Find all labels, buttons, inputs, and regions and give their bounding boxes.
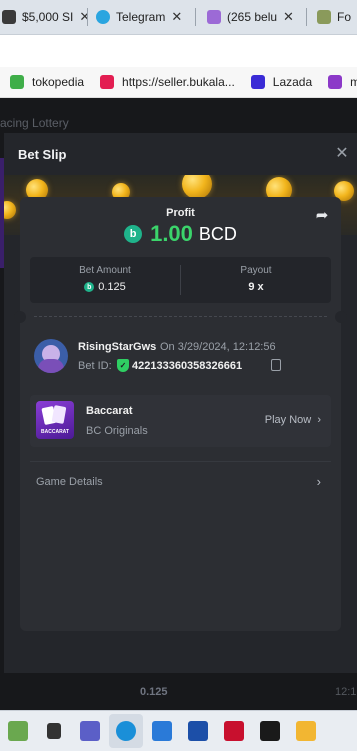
verified-shield-icon: ✓ xyxy=(117,359,129,372)
profit-currency: BCD xyxy=(198,223,237,244)
taskbar-explorer[interactable] xyxy=(1,714,35,748)
bet-id-value: 422133360358326661 xyxy=(132,360,243,372)
ticket-notch xyxy=(14,311,26,323)
taskbar-mcafee[interactable] xyxy=(217,714,251,748)
bookmark-bukalapak[interactable]: https://seller.bukala... xyxy=(100,75,235,89)
tab-label: Telegram xyxy=(116,10,166,24)
mcafee-icon xyxy=(224,721,244,741)
chevron-right-icon: › xyxy=(314,414,321,426)
taskbar-folder[interactable] xyxy=(289,714,323,748)
payout-value: 9 x xyxy=(248,281,264,293)
username[interactable]: RisingStarGws xyxy=(78,341,156,353)
desktop-icon xyxy=(47,723,61,739)
taskbar-edge[interactable] xyxy=(109,714,143,748)
bet-card: Profit b 1.00 BCD ➦ Bet Amount b 0.125 P… xyxy=(14,197,347,631)
bet-slip-modal: Bet Slip ✕ Profit b 1.00 BCD ➦ Bet Amoun… xyxy=(4,133,357,673)
address-bar[interactable] xyxy=(0,35,357,67)
l-app-icon xyxy=(188,721,208,741)
bet-date: On 3/29/2024, 12:12:56 xyxy=(160,341,276,353)
taskbar-teams[interactable] xyxy=(73,714,107,748)
bookmarks-bar: tokopedia https://seller.bukala... Lazad… xyxy=(0,67,357,98)
background-bet-amount: 0.125 xyxy=(140,686,168,698)
profit-label: Profit xyxy=(166,207,195,219)
ticket-notch xyxy=(335,311,347,323)
taskbar xyxy=(0,710,357,751)
browser-tab[interactable]: $5,000 SI ✕ xyxy=(2,0,88,34)
close-icon[interactable]: ✕ xyxy=(171,9,182,25)
telegram-icon xyxy=(96,10,110,24)
dropbox-icon xyxy=(260,721,280,741)
share-icon[interactable]: ➦ xyxy=(313,207,331,225)
dollar-favicon-icon xyxy=(2,10,16,24)
payout-stat: Payout 9 x xyxy=(181,257,331,303)
bet-stats: Bet Amount b 0.125 Payout 9 x xyxy=(30,257,331,303)
bukalapak-icon xyxy=(100,75,115,89)
background-nav: acing Lottery xyxy=(0,116,69,130)
game-row[interactable]: BACCARAT Baccarat BC Originals Play Now … xyxy=(30,395,331,447)
taskbar-desktop[interactable] xyxy=(37,714,71,748)
bet-amount-value: b 0.125 xyxy=(30,281,180,293)
edge-icon xyxy=(116,721,136,741)
bcd-coin-icon: b xyxy=(84,282,95,292)
close-icon[interactable]: ✕ xyxy=(283,9,294,25)
bet-user-info: RisingStarGws On 3/29/2024, 12:12:56 Bet… xyxy=(34,339,334,379)
background-time: 12:1 xyxy=(335,686,357,698)
modal-title: Bet Slip xyxy=(18,147,67,162)
taskbar-l-app[interactable] xyxy=(181,714,215,748)
chevron-right-icon: › xyxy=(316,474,321,489)
modal-header: Bet Slip ✕ xyxy=(4,133,357,175)
bookmark-mail[interactable]: m xyxy=(328,75,357,89)
tab-favicon-icon xyxy=(317,10,331,24)
tokopedia-icon xyxy=(10,75,24,89)
browser-tab[interactable]: Telegram ✕ xyxy=(96,0,196,34)
game-provider: BC Originals xyxy=(86,425,148,437)
browser-tab[interactable]: (265 belu ✕ xyxy=(207,0,307,34)
baccarat-thumbnail: BACCARAT xyxy=(36,401,74,439)
tab-label: $5,000 SI xyxy=(22,10,74,24)
game-details-row[interactable]: Game Details › xyxy=(30,461,331,502)
store-icon xyxy=(152,721,172,741)
mail-bookmark-icon xyxy=(328,75,343,89)
browser-tab-bar: $5,000 SI ✕ Telegram ✕ (265 belu ✕ Fo xyxy=(0,0,357,35)
bet-id-label: Bet ID: xyxy=(78,360,112,372)
bookmark-lazada[interactable]: Lazada xyxy=(250,75,312,89)
explorer-icon xyxy=(8,721,28,741)
tab-label: (265 belu xyxy=(227,10,278,24)
profit-value: 1.00 xyxy=(150,221,193,246)
taskbar-store[interactable] xyxy=(145,714,179,748)
folder-icon xyxy=(296,721,316,741)
bookmark-tokopedia[interactable]: tokopedia xyxy=(10,75,84,89)
teams-icon xyxy=(80,721,100,741)
taskbar-dropbox[interactable] xyxy=(253,714,287,748)
bcd-coin-icon: b xyxy=(124,225,143,243)
payout-label: Payout xyxy=(240,265,272,276)
avatar[interactable] xyxy=(34,339,68,373)
play-now-button[interactable]: Play Now › xyxy=(265,414,321,426)
game-name: Baccarat xyxy=(86,405,133,417)
bet-amount-label: Bet Amount xyxy=(79,265,131,276)
game-details-label: Game Details xyxy=(36,476,103,488)
tab-label: Fo xyxy=(337,10,352,24)
lazada-icon xyxy=(250,75,265,89)
close-icon[interactable]: ✕ xyxy=(333,145,351,163)
profit-amount: b 1.00 BCD xyxy=(20,221,341,247)
mail-icon xyxy=(207,10,221,24)
bet-amount-stat: Bet Amount b 0.125 xyxy=(30,257,180,303)
browser-tab[interactable]: Fo xyxy=(317,0,357,34)
copy-icon[interactable] xyxy=(271,359,281,371)
ticket-divider xyxy=(34,316,327,317)
